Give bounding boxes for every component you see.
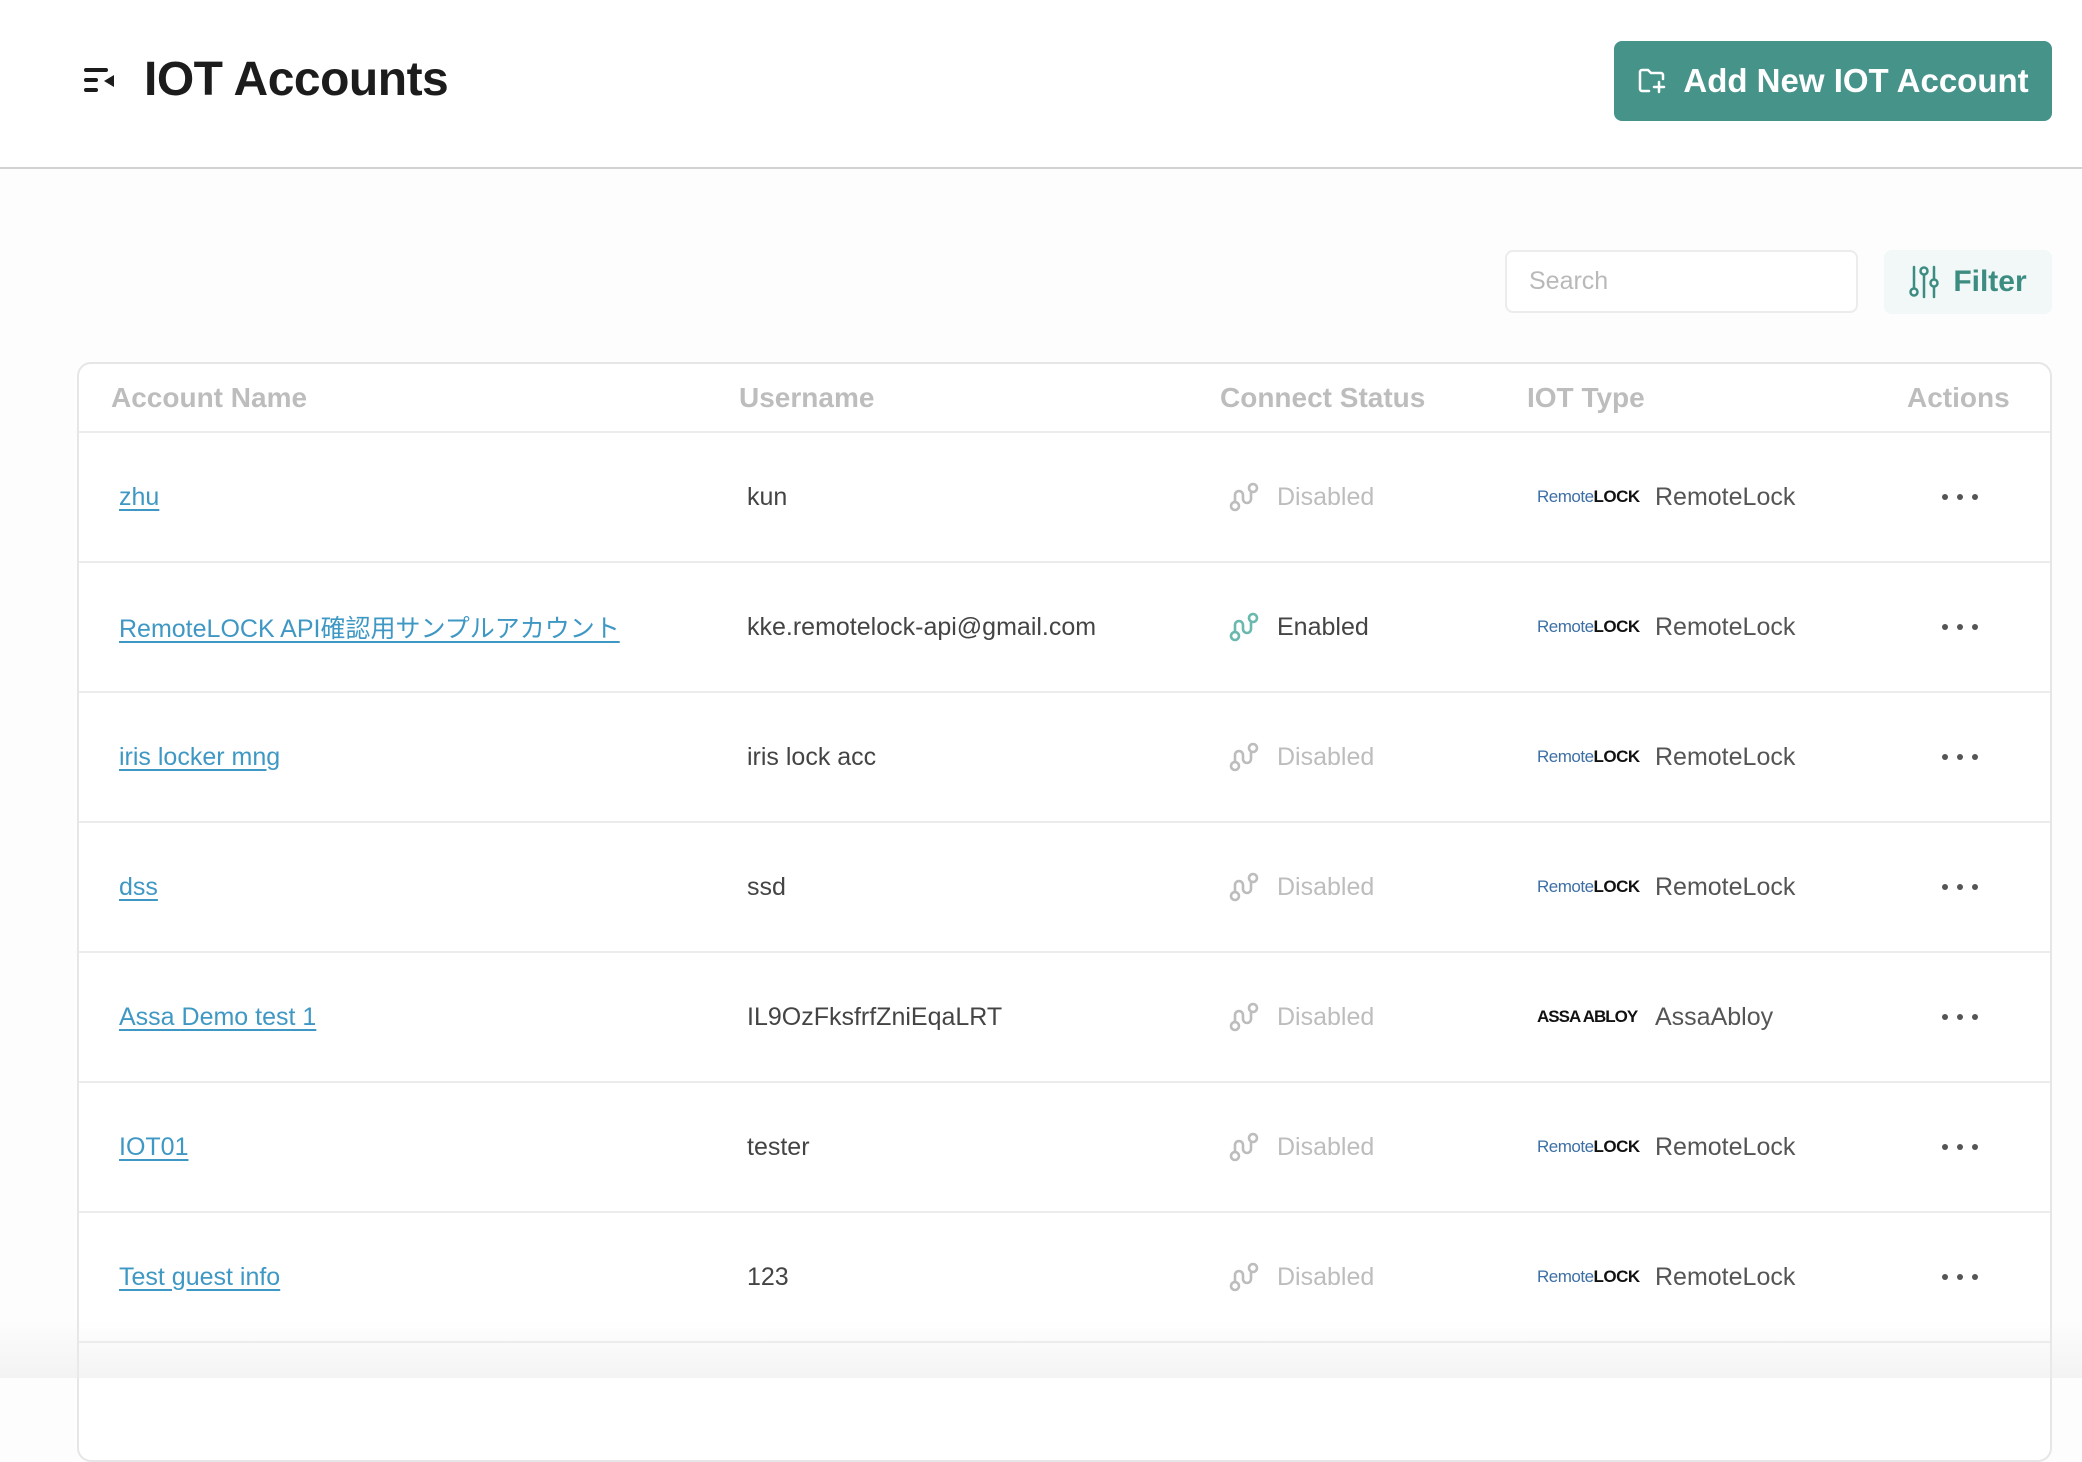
status-label: Enabled	[1277, 612, 1369, 641]
account-name-link[interactable]: zhu	[119, 483, 159, 512]
collapse-menu-icon[interactable]	[82, 65, 118, 95]
table-row: dss ssd Disabled RemoteLOCK RemoteLock	[79, 823, 2050, 953]
connection-link-icon	[1229, 872, 1259, 902]
status-label: Disabled	[1277, 1002, 1375, 1031]
add-button-label: Add New IOT Account	[1683, 62, 2029, 99]
connect-status: Disabled	[1229, 823, 1374, 951]
column-header-actions: Actions	[1907, 382, 2010, 413]
username: IL9OzFksfrfZniEqaLRT	[747, 1002, 1003, 1031]
iot-type: RemoteLOCK RemoteLock	[1537, 823, 1795, 951]
connection-link-icon	[1229, 612, 1259, 642]
column-header-iot-type[interactable]: IOT Type	[1527, 382, 1645, 414]
table-header: Account Name Username Connect Status IOT…	[79, 364, 2050, 433]
status-label: Disabled	[1277, 1132, 1375, 1161]
iot-accounts-table: Account Name Username Connect Status IOT…	[77, 362, 2052, 1462]
table-row: RemoteLOCK API確認用サンプルアカウント kke.remoteloc…	[79, 563, 2050, 693]
more-actions-icon[interactable]	[1932, 484, 1988, 510]
table-row: Assa Demo test 1 IL9OzFksfrfZniEqaLRT Di…	[79, 953, 2050, 1083]
connect-status: Enabled	[1229, 563, 1369, 691]
iot-type-label: RemoteLock	[1655, 742, 1796, 771]
folder-add-icon	[1639, 68, 1666, 94]
account-name-link[interactable]: iris locker mng	[119, 743, 280, 772]
filter-label: Filter	[1953, 265, 2027, 298]
iot-type: RemoteLOCK RemoteLock	[1537, 1083, 1795, 1211]
account-name-link[interactable]: IOT01	[119, 1133, 188, 1162]
connect-status: Disabled	[1229, 953, 1374, 1081]
username: iris lock acc	[747, 742, 877, 771]
connection-link-icon	[1229, 482, 1259, 512]
iot-type: ASSA ABLOY AssaAbloy	[1537, 953, 1773, 1081]
filter-button[interactable]: Filter	[1884, 250, 2052, 314]
iot-type: RemoteLOCK RemoteLock	[1537, 1213, 1795, 1341]
assa-abloy-logo: ASSA ABLOY	[1537, 1007, 1638, 1026]
remotelock-logo: RemoteLOCK	[1537, 617, 1640, 636]
column-header-account-name[interactable]: Account Name	[111, 382, 307, 414]
connection-link-icon	[1229, 1002, 1259, 1032]
column-header-username[interactable]: Username	[739, 382, 874, 414]
connect-status: Disabled	[1229, 1213, 1374, 1341]
table-row: iris locker mng iris lock acc Disabled R…	[79, 693, 2050, 823]
more-actions-icon[interactable]	[1932, 614, 1988, 640]
username: kke.remotelock-api@gmail.com	[747, 612, 1097, 641]
search-input[interactable]	[1527, 266, 1853, 297]
iot-type: RemoteLOCK RemoteLock	[1537, 563, 1795, 691]
page-header: IOT Accounts Add New IOT Account	[0, 0, 2082, 169]
more-actions-icon[interactable]	[1932, 744, 1988, 770]
remotelock-logo: RemoteLOCK	[1537, 747, 1640, 766]
table-row: zhu kun Disabled RemoteLOCK RemoteLock	[79, 433, 2050, 563]
username: ssd	[747, 872, 786, 901]
more-actions-icon[interactable]	[1932, 1004, 1988, 1030]
username: tester	[747, 1132, 810, 1161]
status-label: Disabled	[1277, 1262, 1375, 1291]
status-label: Disabled	[1277, 872, 1375, 901]
username: kun	[747, 482, 788, 511]
more-actions-icon[interactable]	[1932, 1134, 1988, 1160]
connect-status: Disabled	[1229, 693, 1374, 821]
iot-type-label: RemoteLock	[1655, 482, 1796, 511]
account-name-link[interactable]: Assa Demo test 1	[119, 1003, 316, 1032]
remotelock-logo: RemoteLOCK	[1537, 1137, 1640, 1156]
remotelock-logo: RemoteLOCK	[1537, 877, 1640, 896]
page-title: IOT Accounts	[144, 53, 449, 106]
column-header-connect-status[interactable]: Connect Status	[1220, 382, 1425, 414]
add-iot-account-button[interactable]: Add New IOT Account	[1614, 41, 2052, 121]
title-area: IOT Accounts	[82, 52, 449, 107]
iot-type-label: AssaAbloy	[1655, 1002, 1774, 1031]
iot-type-label: RemoteLock	[1655, 612, 1796, 641]
username: 123	[747, 1262, 789, 1291]
iot-type: RemoteLOCK RemoteLock	[1537, 433, 1795, 561]
table-row: Test guest info 123 Disabled RemoteLOCK …	[79, 1213, 2050, 1343]
connection-link-icon	[1229, 1262, 1259, 1292]
table-row: IOT01 tester Disabled RemoteLOCK RemoteL…	[79, 1083, 2050, 1213]
iot-type-label: RemoteLock	[1655, 1132, 1796, 1161]
connect-status: Disabled	[1229, 433, 1374, 561]
iot-type: RemoteLOCK RemoteLock	[1537, 693, 1795, 821]
status-label: Disabled	[1277, 742, 1375, 771]
more-actions-icon[interactable]	[1932, 874, 1988, 900]
status-label: Disabled	[1277, 482, 1375, 511]
account-name-link[interactable]: Test guest info	[119, 1263, 280, 1292]
remotelock-logo: RemoteLOCK	[1537, 487, 1640, 506]
iot-type-label: RemoteLock	[1655, 872, 1796, 901]
account-name-link[interactable]: dss	[119, 873, 158, 902]
account-name-link[interactable]: RemoteLOCK API確認用サンプルアカウント	[119, 609, 620, 645]
table-body: zhu kun Disabled RemoteLOCK RemoteLock R…	[79, 433, 2050, 1343]
iot-type-label: RemoteLock	[1655, 1262, 1796, 1291]
remotelock-logo: RemoteLOCK	[1537, 1267, 1640, 1286]
connection-link-icon	[1229, 1132, 1259, 1162]
connect-status: Disabled	[1229, 1083, 1374, 1211]
sliders-icon	[1909, 265, 1940, 299]
search-box[interactable]	[1505, 250, 1858, 313]
more-actions-icon[interactable]	[1932, 1264, 1988, 1290]
connection-link-icon	[1229, 742, 1259, 772]
